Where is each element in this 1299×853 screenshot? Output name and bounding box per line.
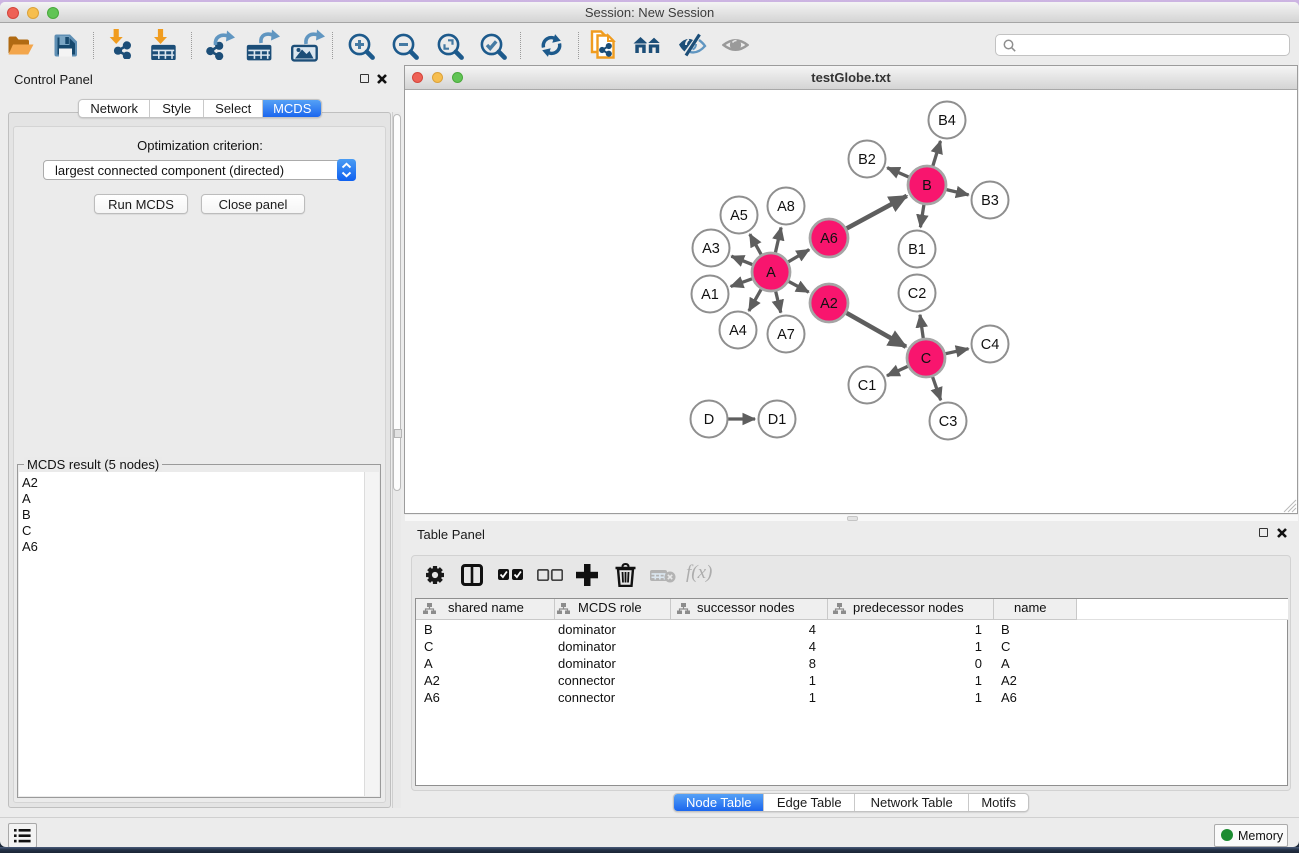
svg-text:A1: A1 <box>701 287 719 303</box>
svg-text:C2: C2 <box>908 286 927 302</box>
svg-text:A7: A7 <box>777 327 795 343</box>
svg-text:B2: B2 <box>858 152 876 168</box>
svg-text:A2: A2 <box>820 296 838 312</box>
svg-text:A: A <box>766 265 776 281</box>
svg-text:B3: B3 <box>981 193 999 209</box>
svg-text:D1: D1 <box>768 412 787 428</box>
svg-text:A6: A6 <box>820 231 838 247</box>
svg-text:B1: B1 <box>908 242 926 258</box>
svg-text:C3: C3 <box>939 414 958 430</box>
svg-text:C4: C4 <box>981 337 1000 353</box>
svg-text:A4: A4 <box>729 323 747 339</box>
svg-text:B: B <box>922 178 932 194</box>
svg-text:D: D <box>704 412 714 428</box>
svg-text:B4: B4 <box>938 113 956 129</box>
svg-text:C1: C1 <box>858 378 877 394</box>
svg-text:A8: A8 <box>777 199 795 215</box>
svg-text:C: C <box>921 351 931 367</box>
svg-text:A3: A3 <box>702 241 720 257</box>
svg-text:A5: A5 <box>730 208 748 224</box>
